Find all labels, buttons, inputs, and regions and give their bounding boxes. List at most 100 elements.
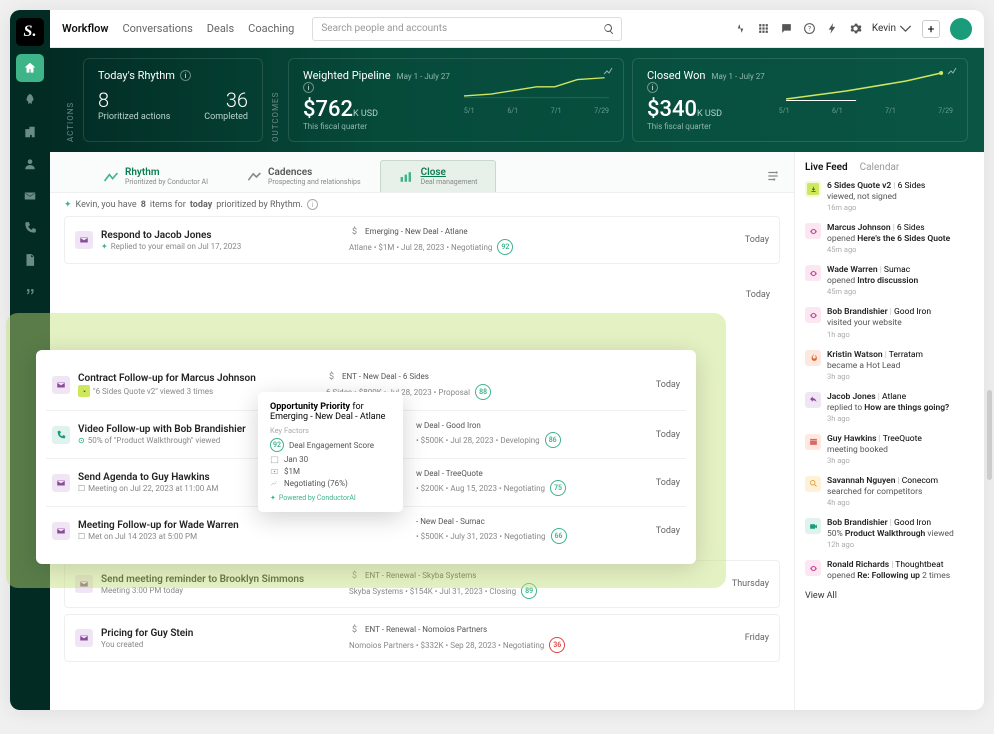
task-row[interactable]: Respond to Jacob Jones ✦Replied to your … [64,216,780,264]
nav-person-icon[interactable] [16,150,44,178]
pipeline-value: $762 [303,97,353,122]
task-title: Respond to Jacob Jones [101,230,341,241]
pipeline-chart: 5/16/17/17/29 [464,69,609,131]
priority-message: ✦ Kevin, you have 8 items for today prio… [50,193,794,216]
pipeline-sub: This fiscal quarter [303,122,450,131]
avatar[interactable] [950,18,972,40]
grid-icon[interactable] [757,22,770,35]
hero-metrics: ACTIONS Today's Rhythm i 8Prioritized act… [50,48,984,152]
chart-expand-icon[interactable] [947,65,957,75]
actions-label: ACTIONS [66,58,75,142]
task-title: Pricing for Guy Stein [101,628,341,639]
task-row[interactable]: Meeting Follow-up for Wade Warren ☐Met o… [46,507,686,554]
opportunity-tooltip: Opportunity Priority forEmerging - New D… [258,392,403,512]
outcomes-label: OUTCOMES [271,58,280,142]
tab-rhythm[interactable]: RhythmPrioritized by Conductor AI [84,160,227,192]
tab-close[interactable]: CloseDeal management [380,160,497,192]
closed-title: Closed Won [647,69,706,82]
chat-icon[interactable] [780,22,793,35]
feed-item[interactable]: Guy Hawkins | TreeQuotemeeting booked3h … [805,434,984,467]
pipeline-title: Weighted Pipeline [303,69,391,82]
search-input[interactable]: Search people and accounts [312,17,622,41]
activity-icon[interactable] [734,22,747,35]
chart-expand-icon[interactable] [603,65,613,75]
nav-phone-icon[interactable] [16,214,44,242]
mail-icon [52,522,70,540]
prioritized-count: 8 [98,88,170,112]
feed-item[interactable]: Marcus Johnson | 6 Sidesopened Here's th… [805,223,984,256]
feed-item[interactable]: Bob Brandishier | Good Iron50% Product W… [805,518,984,551]
phone-icon [52,426,70,444]
pipeline-dates: May 1 - July 27 [397,72,450,81]
user-name: Kevin [872,23,896,34]
nav-home-icon[interactable] [16,54,44,82]
feed-item[interactable]: Jacob Jones | Atlanereplied to How are t… [805,392,984,425]
mail-icon [75,629,93,647]
gear-icon[interactable] [849,22,862,35]
svg-text:$: $ [329,371,334,382]
task-day: Today [745,235,769,245]
closed-chart: 5/16/17/17/29 [779,69,953,131]
closed-won-card[interactable]: Closed WonMay 1 - July 27 i $340K USD Th… [632,58,968,142]
scrollbar[interactable] [987,390,992,480]
sparkle-icon: ✦ [64,200,72,210]
tab-live-feed[interactable]: Live Feed [805,162,848,173]
nav-building-icon[interactable] [16,118,44,146]
chevron-down-icon [899,22,912,35]
feed-item[interactable]: Wade Warren | Sumacopened Intro discussi… [805,265,984,298]
rhythm-title: Today's Rhythm [98,69,175,82]
topnav-coaching[interactable]: Coaching [248,22,294,35]
mail-icon [75,231,93,249]
topnav-conversations[interactable]: Conversations [122,22,192,35]
topbar: Workflow Conversations Deals Coaching Se… [50,10,984,48]
search-placeholder: Search people and accounts [321,23,447,34]
info-icon[interactable]: i [647,82,658,93]
info-icon[interactable]: i [307,199,318,210]
add-button[interactable]: + [922,20,940,38]
score-badge: 92 [497,239,513,255]
search-icon [603,23,615,35]
download-icon [78,385,90,397]
topnav: Workflow Conversations Deals Coaching [62,22,294,35]
rhythm-card[interactable]: Today's Rhythm i 8Prioritized actions 36C… [83,58,263,142]
feed-item[interactable]: Kristin Watson | Terratambecame a Hot Le… [805,350,984,383]
feed-item[interactable]: Bob Brandishier | Good Ironvisited your … [805,307,984,340]
closed-value: $340 [647,97,697,122]
topnav-workflow[interactable]: Workflow [62,22,108,35]
feed-item[interactable]: 6 Sides Quote v2 | 6 Sidesviewed, not si… [805,181,984,214]
pipeline-card[interactable]: Weighted PipelineMay 1 - July 27 i $762K… [288,58,624,142]
info-icon[interactable]: i [180,70,191,81]
feed-item[interactable]: Savannah Nguyen | Conecomsearched for co… [805,476,984,509]
live-feed-panel: Live Feed Calendar 6 Sides Quote v2 | 6 … [794,152,984,710]
mail-icon [52,474,70,492]
nav-rocket-icon[interactable] [16,86,44,114]
completed-label: Completed [204,112,248,122]
trend-icon [270,479,279,488]
nav-quote-icon[interactable] [16,278,44,306]
topnav-deals[interactable]: Deals [207,22,234,35]
closed-dates: May 1 - July 27 [712,72,765,81]
help-icon[interactable]: ? [803,22,816,35]
cadences-icon [246,171,262,183]
tab-cadences[interactable]: CadencesProspecting and relationships [227,160,380,192]
nav-mail-icon[interactable] [16,182,44,210]
rhythm-icon [103,171,119,183]
svg-text:$: $ [352,226,357,237]
configure-icon[interactable] [766,169,780,183]
task-row[interactable]: Pricing for Guy Stein You created $ENT -… [64,614,780,662]
money-icon [270,467,279,476]
nav-doc-icon[interactable] [16,246,44,274]
dollar-icon: $ [349,225,361,237]
feed-item[interactable]: Ronald Richards | Thoughtbeatopened Re: … [805,560,984,582]
view-all-link[interactable]: View All [805,591,984,601]
completed-count: 36 [204,88,248,112]
prioritized-label: Prioritized actions [98,112,170,122]
closed-sub: This fiscal quarter [647,122,765,131]
svg-text:$: $ [352,624,357,635]
close-icon [399,171,415,183]
info-icon[interactable]: i [303,82,314,93]
bolt-icon[interactable] [826,22,839,35]
tab-calendar[interactable]: Calendar [860,162,900,173]
user-menu[interactable]: Kevin [872,22,912,35]
mail-icon [52,376,70,394]
